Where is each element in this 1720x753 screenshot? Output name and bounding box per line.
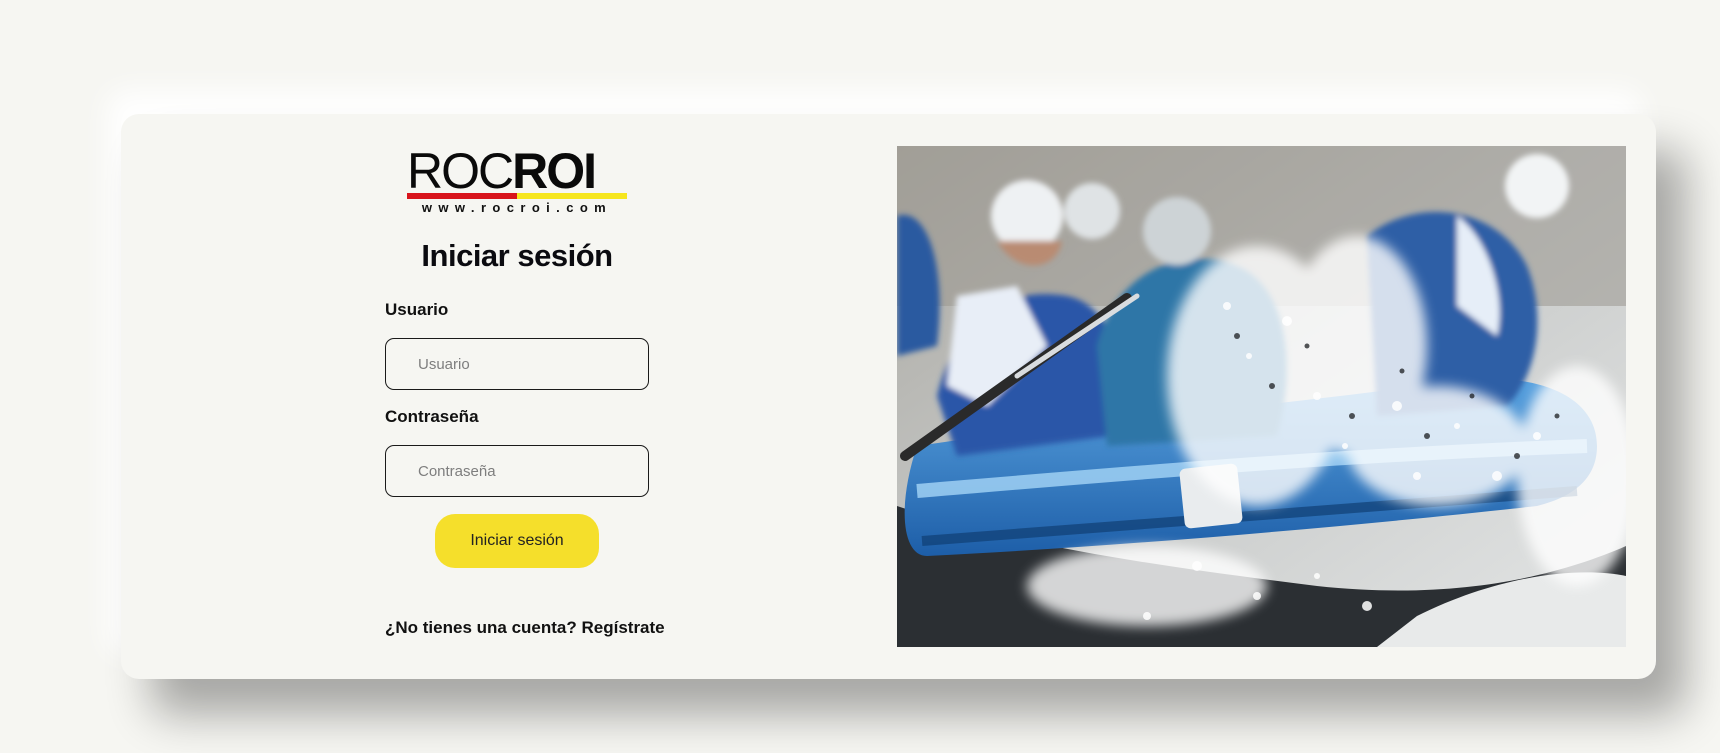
rafting-photo bbox=[897, 146, 1626, 647]
login-page: ROCROI www.rocroi.com Iniciar sesión Usu… bbox=[0, 0, 1720, 753]
page-title: Iniciar sesión bbox=[421, 238, 613, 273]
register-prompt: ¿No tienes una cuenta? Regístrate bbox=[385, 618, 665, 638]
rafting-illustration bbox=[897, 146, 1626, 647]
register-question: ¿No tienes una cuenta? bbox=[385, 618, 577, 637]
logo-roi-text: ROI bbox=[512, 143, 597, 199]
logo-url: www.rocroi.com bbox=[421, 200, 613, 215]
password-input[interactable] bbox=[385, 445, 649, 497]
rocroi-logo: ROCROI www.rocroi.com bbox=[407, 146, 627, 216]
username-label: Usuario bbox=[385, 300, 449, 319]
login-card: ROCROI www.rocroi.com Iniciar sesión Usu… bbox=[121, 114, 1656, 679]
login-button[interactable]: Iniciar sesión bbox=[435, 514, 599, 568]
logo-wordmark: ROCROI bbox=[407, 146, 627, 196]
logo-red-bar bbox=[407, 193, 517, 199]
password-label: Contraseña bbox=[385, 407, 479, 426]
logo-yellow-bar bbox=[517, 193, 627, 199]
register-link[interactable]: Regístrate bbox=[581, 618, 664, 637]
login-form: ROCROI www.rocroi.com Iniciar sesión Usu… bbox=[385, 146, 665, 666]
username-input[interactable] bbox=[385, 338, 649, 390]
logo-roc-text: ROC bbox=[407, 143, 514, 199]
